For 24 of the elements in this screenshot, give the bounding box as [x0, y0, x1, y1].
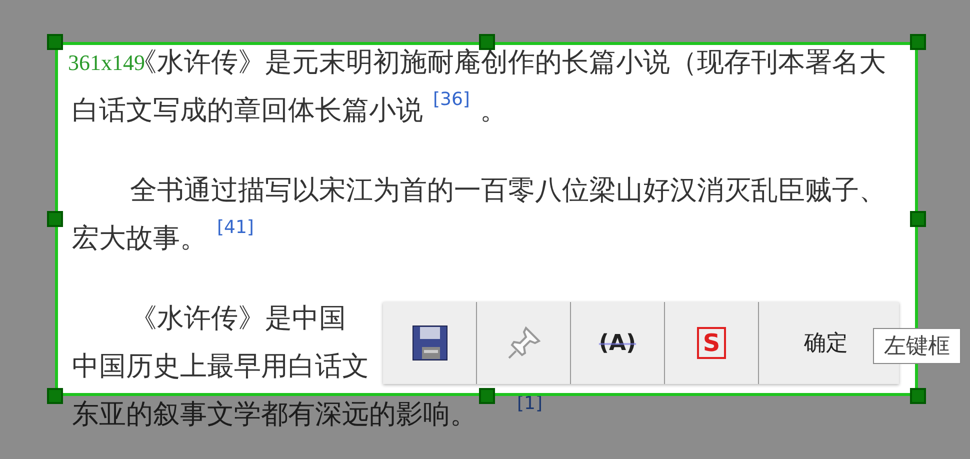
article-text: 白话文写成的章回体长篇小说 — [72, 94, 423, 128]
stamp-button[interactable]: S — [665, 302, 759, 384]
resize-handle[interactable] — [910, 388, 926, 404]
citation-link[interactable]: [36] — [433, 89, 470, 110]
resize-handle[interactable] — [47, 211, 63, 227]
resize-handle[interactable] — [47, 34, 63, 50]
text-button[interactable]: (A) — [571, 302, 665, 384]
article-text: 全书通过描写以宋江为首的一百零八位梁山好汉消灭乱臣贼子、 — [130, 174, 886, 208]
citation-link[interactable]: [41] — [217, 217, 254, 238]
article-text: 《水许传》是中国 — [130, 302, 346, 336]
article-text: 。 — [480, 94, 507, 128]
resize-handle[interactable] — [478, 388, 494, 404]
tooltip: 左键框 — [873, 328, 961, 364]
save-button[interactable] — [383, 302, 477, 384]
citation-link[interactable]: [1] — [517, 393, 542, 414]
article-text: 中国历史上最早用白话文 — [72, 350, 369, 384]
resize-handle[interactable] — [910, 34, 926, 50]
pushpin-icon — [506, 325, 542, 361]
article-text: 东亚的叙事文学都有深远的影响。 — [72, 398, 477, 432]
resize-handle[interactable] — [47, 388, 63, 404]
resize-handle[interactable] — [478, 34, 494, 50]
resize-handle[interactable] — [910, 211, 926, 227]
article-text: 宏大故事。 — [72, 222, 207, 256]
selection-size-label: 361x149 — [68, 50, 145, 76]
